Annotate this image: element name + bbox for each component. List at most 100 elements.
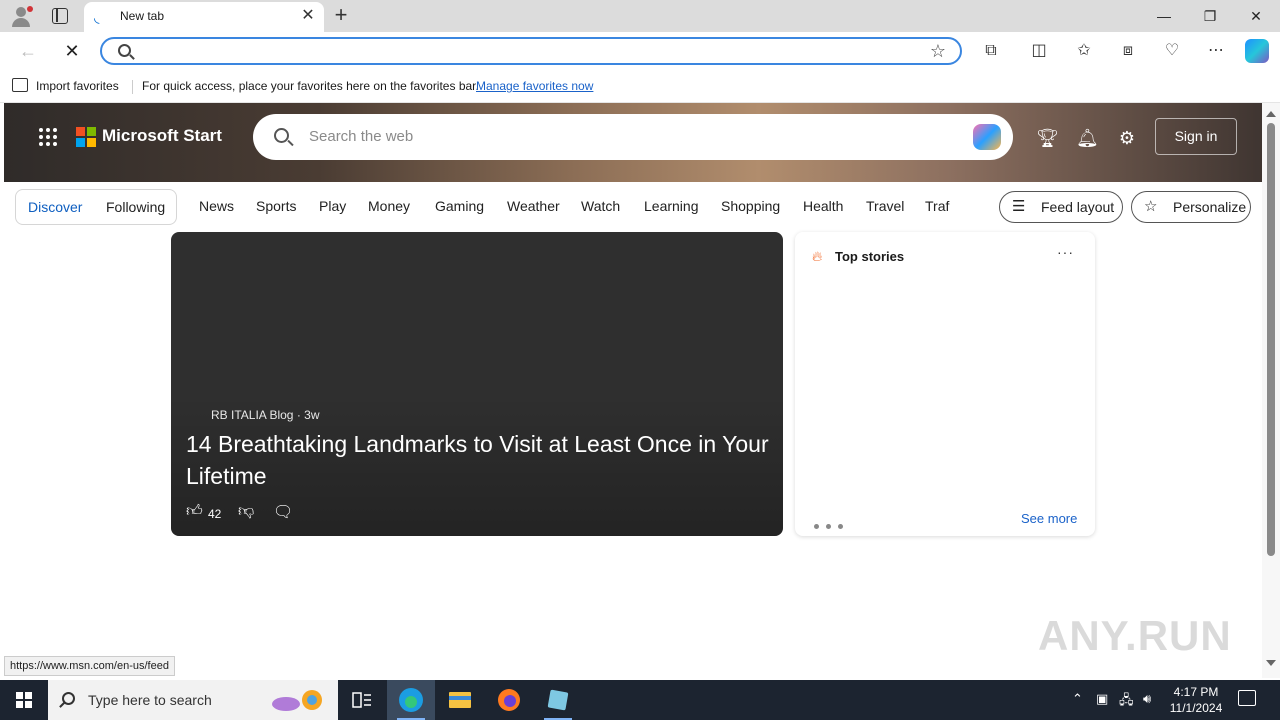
profile-body xyxy=(12,18,30,27)
feed-layout-label: Feed layout xyxy=(1041,199,1115,215)
collections-icon[interactable]: ⧈ xyxy=(1116,40,1140,62)
tab-discover[interactable]: Discover xyxy=(28,199,82,215)
thumbs-up-icon[interactable]: 👍︎ xyxy=(186,502,203,521)
restore-button[interactable]: ❐ xyxy=(1187,4,1233,28)
brand-title[interactable]: Microsoft Start xyxy=(102,126,222,146)
volume-icon[interactable]: 🔊︎ xyxy=(1143,691,1151,707)
split-screen-icon[interactable]: ◫ xyxy=(1027,40,1051,62)
system-clock[interactable]: 4:17 PM 11/1/2024 xyxy=(1166,684,1226,716)
category-shopping[interactable]: Shopping xyxy=(721,198,780,214)
personalize-label: Personalize xyxy=(1173,199,1247,215)
comment-icon[interactable]: 🗨︎ xyxy=(273,502,293,522)
scroll-down-arrow-icon[interactable] xyxy=(1266,660,1276,666)
tab-following[interactable]: Following xyxy=(106,199,165,215)
category-travel[interactable]: Travel xyxy=(866,198,904,214)
feed-layout-button[interactable]: ☰ Feed layout xyxy=(999,191,1123,223)
start-button[interactable] xyxy=(0,680,48,720)
favorites-icon[interactable]: ✩ xyxy=(1072,40,1096,62)
browser-tab-bar: ◟ New tab ✕ + — ❐ ✕ xyxy=(0,0,1280,32)
copilot-icon[interactable] xyxy=(1245,39,1269,63)
tab-new-tab[interactable]: ◟ New tab ✕ xyxy=(84,2,324,32)
address-bar[interactable]: ☆ xyxy=(100,37,962,65)
profile-alert-dot xyxy=(27,6,33,12)
notifications-bell-icon[interactable]: 🔔︎ xyxy=(1076,127,1099,149)
clock-date: 11/1/2024 xyxy=(1169,701,1223,715)
web-search-box[interactable]: Search the web xyxy=(253,114,1013,160)
tab-actions-icon[interactable] xyxy=(52,8,68,24)
category-sports[interactable]: Sports xyxy=(256,198,296,214)
browser-essentials-icon[interactable]: ♡ xyxy=(1160,40,1184,62)
search-highlight-icon xyxy=(272,690,322,711)
import-icon xyxy=(12,78,28,92)
taskbar-search-box[interactable]: Type here to search xyxy=(48,680,338,720)
personalize-button[interactable]: ☆ Personalize xyxy=(1131,191,1251,223)
device-icon[interactable]: ▣ xyxy=(1096,691,1108,707)
edge-taskbar-icon[interactable] xyxy=(387,680,435,720)
sliders-icon: ☰ xyxy=(1012,198,1026,215)
category-watch[interactable]: Watch xyxy=(581,198,620,214)
import-favorites-button[interactable]: Import favorites xyxy=(12,78,119,93)
web-search-placeholder: Search the web xyxy=(309,128,414,145)
source-name: RB ITALIA Blog xyxy=(211,408,294,422)
more-options-icon[interactable]: ⋯ xyxy=(1204,40,1228,62)
task-view-icon[interactable] xyxy=(338,680,386,720)
top-stories-title: Top stories xyxy=(835,249,905,264)
firefox-icon[interactable] xyxy=(485,680,533,720)
search-icon xyxy=(62,692,75,705)
windows-logo-icon xyxy=(16,692,32,708)
show-hidden-icons-chevron-icon[interactable]: ⌃ xyxy=(1072,691,1083,707)
taskbar-search-placeholder: Type here to search xyxy=(88,692,212,708)
category-traffic[interactable]: Traf xyxy=(925,198,949,214)
see-more-link[interactable]: See more xyxy=(1021,511,1077,526)
app-launcher-icon[interactable] xyxy=(39,128,57,146)
new-tab-button[interactable]: + xyxy=(330,4,352,26)
network-icon[interactable]: 🖧︎ xyxy=(1119,691,1134,713)
file-explorer-icon[interactable] xyxy=(436,680,484,720)
scrollbar-thumb[interactable] xyxy=(1267,123,1275,556)
profile-icon[interactable] xyxy=(8,4,34,28)
back-arrow-icon[interactable]: ← xyxy=(16,40,40,62)
clock-time: 4:17 PM xyxy=(1173,685,1219,699)
personalize-star-icon: ☆ xyxy=(1144,198,1158,215)
windows-taskbar: Type here to search ⌃ ▣ 🖧︎ 🔊︎ 4:17 PM 11… xyxy=(0,680,1280,720)
page-scrollbar[interactable] xyxy=(1262,103,1280,678)
microsoft-logo-icon xyxy=(76,127,96,147)
app-window-icon[interactable] xyxy=(534,680,582,720)
settings-gear-icon[interactable]: ⚙ xyxy=(1116,127,1138,149)
category-health[interactable]: Health xyxy=(803,198,843,214)
category-learning[interactable]: Learning xyxy=(644,198,699,214)
category-news[interactable]: News xyxy=(199,198,234,214)
article-source: RB ITALIA Blog · 3w xyxy=(211,408,320,422)
favorites-divider xyxy=(132,80,133,94)
category-gaming[interactable]: Gaming xyxy=(435,198,484,214)
carousel-pager[interactable] xyxy=(814,516,850,534)
article-age: 3w xyxy=(304,408,320,422)
search-icon xyxy=(118,44,131,57)
header-banner: Microsoft Start Search the web 🏆︎ 🔔︎ ⚙ S… xyxy=(4,103,1262,182)
scroll-up-arrow-icon[interactable] xyxy=(1266,111,1276,117)
manage-favorites-link[interactable]: Manage favorites now xyxy=(476,79,593,93)
extensions-icon[interactable]: ⧉ xyxy=(979,40,1003,62)
more-options-button[interactable]: ··· xyxy=(1057,244,1074,260)
tab-close-button[interactable]: ✕ xyxy=(300,7,316,25)
flame-icon: 🔥︎ xyxy=(812,248,823,264)
like-count: 42 xyxy=(208,507,222,521)
browser-toolbar: ← ✕ ☆ ⧉ ◫ ✩ ⧈ ♡ ⋯ xyxy=(0,32,1280,70)
category-play[interactable]: Play xyxy=(319,198,346,214)
stop-loading-icon[interactable]: ✕ xyxy=(60,40,84,62)
top-stories-card: 🔥︎ Top stories ··· See more xyxy=(795,232,1095,536)
favorite-star-icon[interactable]: ☆ xyxy=(930,41,946,62)
category-weather[interactable]: Weather xyxy=(507,198,560,214)
copilot-search-icon[interactable] xyxy=(973,124,1001,150)
article-headline[interactable]: 14 Breathtaking Landmarks to Visit at Le… xyxy=(186,428,776,492)
thumbs-down-icon[interactable]: 👎︎ xyxy=(238,502,254,521)
status-url-tooltip: https://www.msn.com/en-us/feed xyxy=(4,656,175,676)
featured-article-card[interactable]: RB ITALIA Blog · 3w 14 Breathtaking Land… xyxy=(171,232,783,536)
favorites-hint: For quick access, place your favorites h… xyxy=(142,79,479,93)
rewards-trophy-icon[interactable]: 🏆︎ xyxy=(1036,127,1059,149)
minimize-button[interactable]: — xyxy=(1141,4,1187,28)
sign-in-button[interactable]: Sign in xyxy=(1155,118,1237,155)
notification-center-icon[interactable] xyxy=(1238,690,1256,706)
close-window-button[interactable]: ✕ xyxy=(1233,4,1279,28)
category-money[interactable]: Money xyxy=(368,198,410,214)
